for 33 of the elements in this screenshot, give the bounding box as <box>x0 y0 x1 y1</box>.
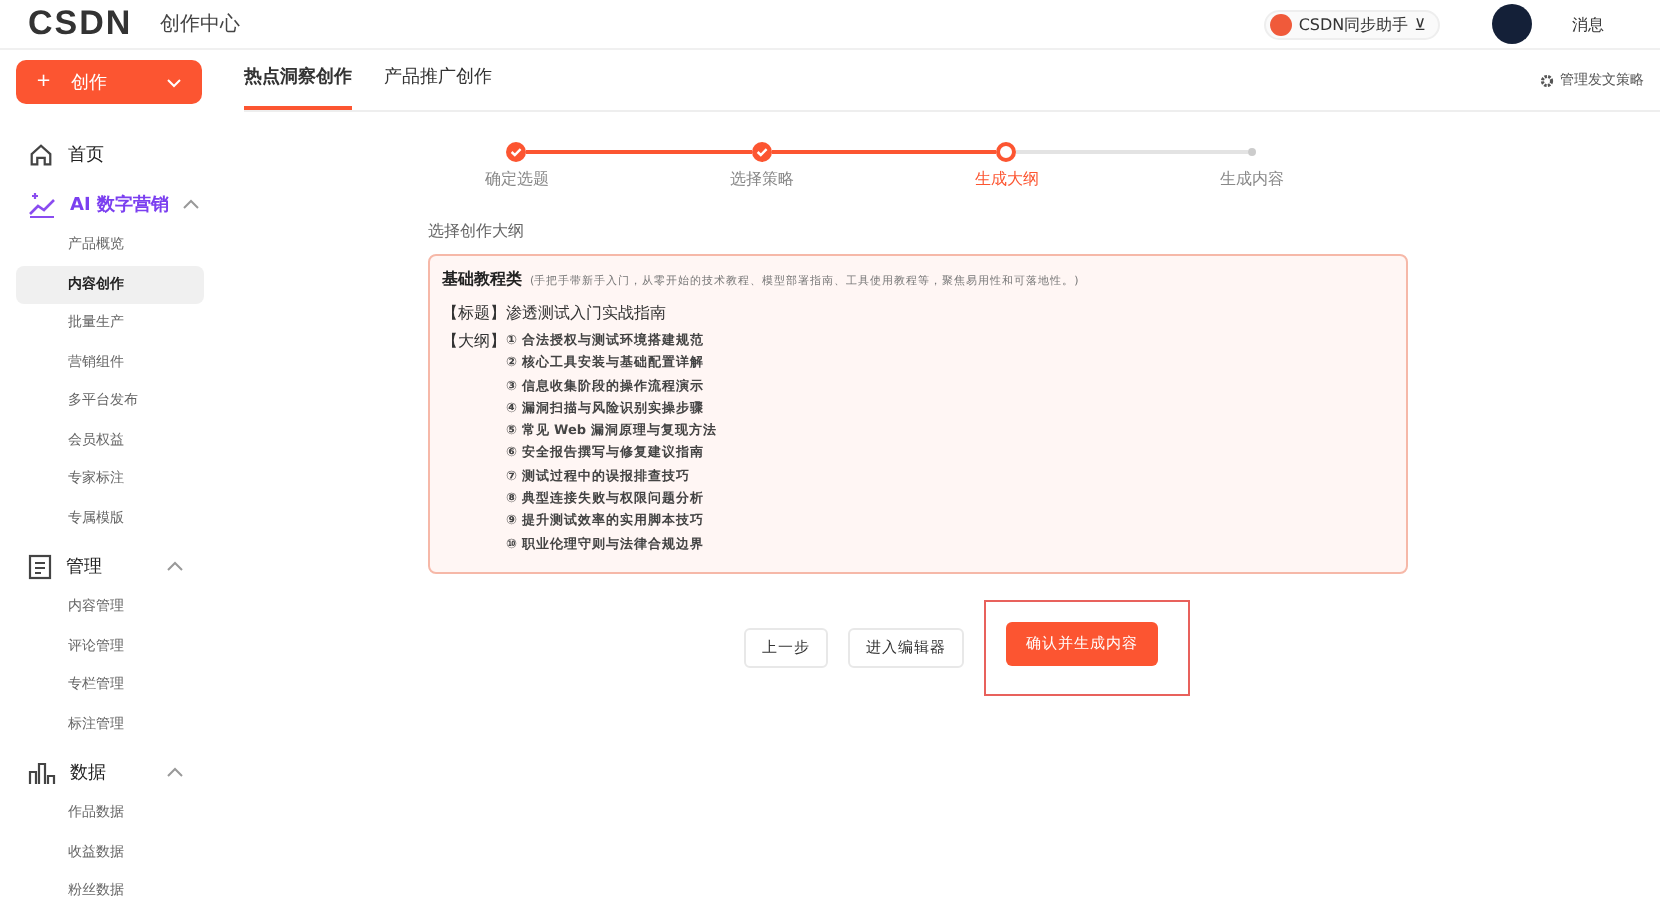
sparkle-chart-icon <box>28 191 56 217</box>
chevron-up-icon <box>182 198 201 210</box>
category-title: 基础教程类 <box>442 268 522 290</box>
sidebar-group-header[interactable]: 首页 <box>16 132 204 176</box>
outline-label: 【大纲】 <box>442 330 506 354</box>
step-label: 确定选题 <box>484 168 549 190</box>
title-label: 【标题】 <box>442 302 506 324</box>
sidebar-group-header[interactable]: 管理 <box>16 544 204 588</box>
chevron-up-icon <box>166 560 184 572</box>
create-button[interactable]: + 创作 <box>16 60 202 104</box>
chevron-down-icon <box>166 77 182 87</box>
section-label: 选择创作大纲 <box>428 220 526 242</box>
assistant-logo-icon <box>1270 13 1293 35</box>
settings-icon <box>1540 73 1554 87</box>
step-label: 生成内容 <box>1219 168 1284 190</box>
app-title: 创作中心 <box>160 11 241 38</box>
assistant-button[interactable]: CSDN同步助手 ⊻ <box>1264 9 1440 39</box>
outline-card[interactable] <box>428 254 1408 574</box>
step-label: 选择策略 <box>729 168 794 190</box>
tab[interactable]: 热点洞察创作 <box>244 50 352 110</box>
messages-link[interactable]: 消息 <box>1572 13 1604 35</box>
home-icon <box>28 141 54 167</box>
sidebar-group-header[interactable]: 数据 <box>16 750 204 794</box>
bar-chart-icon <box>28 759 56 785</box>
pending-step-icon <box>1247 148 1256 156</box>
step-label: 生成大纲 <box>974 168 1039 190</box>
chevron-up-icon <box>166 766 184 778</box>
outline-title: 渗透测试入门实战指南 <box>506 302 666 324</box>
tab[interactable]: 产品推广创作 <box>384 50 492 110</box>
avatar[interactable] <box>1492 4 1532 44</box>
logo[interactable]: CSDN <box>28 4 133 44</box>
sidebar-group-header[interactable]: AI 数字营销 <box>16 182 204 226</box>
document-icon <box>28 553 52 579</box>
